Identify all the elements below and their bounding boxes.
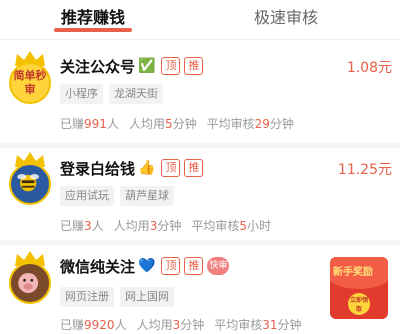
avatar-with-crown: 简单秒审 <box>9 50 51 112</box>
item-title: 登录白给钱 <box>60 159 136 178</box>
chip-category: 网页注册 <box>60 287 114 307</box>
item-title: 微信纯关注 <box>60 257 136 276</box>
bee-icon <box>17 174 40 192</box>
tab-bar: 推荐赚钱 极速审核 <box>0 0 400 40</box>
chip-category: 小程序 <box>60 84 103 104</box>
item-chips: 应用试玩 葫芦星球 <box>60 186 180 206</box>
chip-category: 应用试玩 <box>60 186 114 206</box>
newbie-bonus-badge[interactable]: 新手奖励 立即领取 <box>330 257 388 319</box>
chip-merchant: 龙湖天街 <box>109 84 163 104</box>
item-title-row: 微信纯关注 💙 顶 推 快审 <box>60 255 230 277</box>
earned-count: 9920 <box>84 318 115 332</box>
pig-icon <box>18 273 39 293</box>
tag-recommend: 推 <box>184 159 204 177</box>
earned-count: 991 <box>84 117 107 131</box>
tab-recommended[interactable]: 推荐赚钱 <box>61 4 125 28</box>
tab-fast-review[interactable]: 极速审核 <box>254 4 318 28</box>
fast-review-badge: 快审 <box>207 257 230 275</box>
tag-top: 顶 <box>161 159 181 177</box>
avatar-with-crown <box>9 151 51 213</box>
item-stats: 已赚991人 人均用5分钟 平均审核29分钟 <box>60 117 294 131</box>
bonus-label: 新手奖励 <box>333 267 373 278</box>
avatar <box>9 163 51 205</box>
active-tab-indicator <box>54 28 132 32</box>
item-stats: 已赚9920人 人均用3分钟 平均审核31分钟 <box>60 318 302 332</box>
blue-heart-icon: 💙 <box>138 258 156 274</box>
item-chips: 网页注册 网上国网 <box>60 287 180 307</box>
review-time: 29 <box>254 117 270 131</box>
avatar-with-crown <box>9 250 51 312</box>
tag-recommend: 推 <box>184 257 204 275</box>
tag-top: 顶 <box>161 57 181 75</box>
avatar: 简单秒审 <box>9 62 51 104</box>
review-time: 31 <box>262 318 278 332</box>
bonus-coin: 立即领取 <box>348 293 370 315</box>
item-stats: 已赚3人 人均用3分钟 平均审核5小时 <box>60 219 272 233</box>
review-time: 5 <box>239 219 247 233</box>
thumbs-up-icon: 👍 <box>138 160 156 176</box>
item-title-row: 登录白给钱 👍 顶 推 <box>60 157 207 179</box>
item-title: 关注公众号 <box>60 57 136 76</box>
avg-time: 5 <box>164 117 173 131</box>
task-item[interactable]: 简单秒审 关注公众号 ✅ 顶 推 1.08元 小程序 龙湖天街 已赚991人 人均… <box>0 44 400 144</box>
item-price: 11.25元 <box>337 162 392 178</box>
item-price: 1.08元 <box>346 60 392 76</box>
chip-merchant: 葫芦星球 <box>120 186 174 206</box>
earned-count: 3 <box>84 219 92 233</box>
item-title-row: 关注公众号 ✅ 顶 推 <box>60 55 207 77</box>
check-icon: ✅ <box>138 58 156 74</box>
tag-top: 顶 <box>161 257 181 275</box>
task-item[interactable]: 登录白给钱 👍 顶 推 11.25元 应用试玩 葫芦星球 已赚3人 人均用3分钟平… <box>0 148 400 248</box>
tag-recommend: 推 <box>184 57 204 75</box>
chip-merchant: 网上国网 <box>120 287 174 307</box>
item-chips: 小程序 龙湖天街 <box>60 84 169 104</box>
avatar <box>9 262 51 304</box>
